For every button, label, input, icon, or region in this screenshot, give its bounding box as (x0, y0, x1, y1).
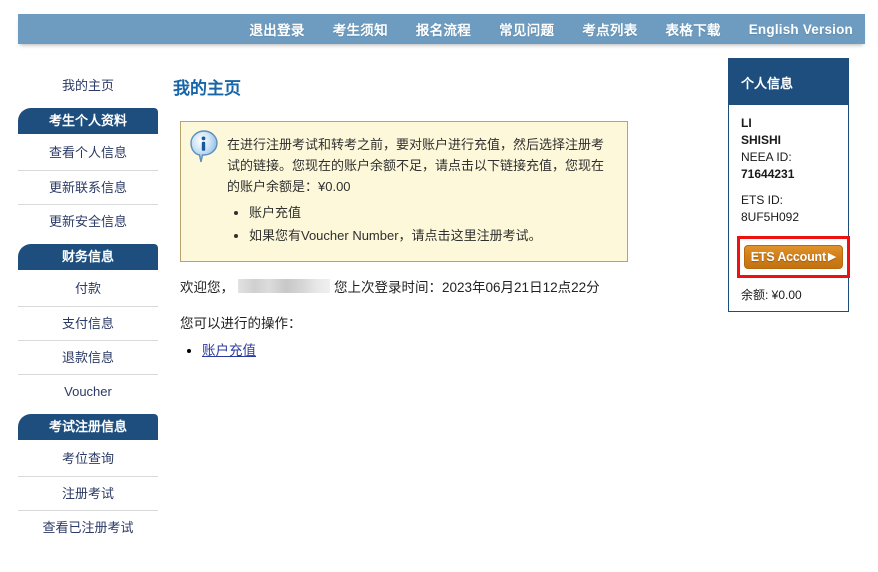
notice-voucher-suffix: 注册考试。 (476, 228, 542, 243)
welcome-prefix: 欢迎您， (180, 280, 234, 295)
sidebar-header-personal-data[interactable]: 考生个人资料 (18, 108, 158, 134)
sidebar-item-register-exam[interactable]: 注册考试 (18, 476, 158, 510)
sidebar-header-exam-registration[interactable]: 考试注册信息 (18, 414, 158, 440)
personal-info-panel-title: 个人信息 (729, 59, 848, 105)
sidebar-item-seat-query[interactable]: 考位查询 (18, 442, 158, 476)
sidebar-item-voucher[interactable]: Voucher (18, 374, 158, 408)
redacted-username (238, 279, 330, 293)
sidebar-item-update-security-info[interactable]: 更新安全信息 (18, 204, 158, 238)
last-login-value: 2023年06月21日12点22分 (442, 280, 600, 295)
actions-label: 您可以进行的操作： (180, 316, 302, 331)
notice-box: 在进行注册考试和转考之前，要对账户进行充值，然后选择注册考试的链接。您现在的账户… (180, 121, 628, 262)
sidebar-item-view-registered-exams[interactable]: 查看已注册考试 (18, 510, 158, 544)
sidebar: 我的主页 考生个人资料 查看个人信息 更新联系信息 更新安全信息 财务信息 付款… (18, 70, 158, 544)
top-navigation-bar: 退出登录 考生须知 报名流程 常见问题 考点列表 表格下载 English Ve… (18, 14, 865, 44)
nav-logout[interactable]: 退出登录 (250, 19, 305, 39)
ets-account-highlight-box: ETS Account ▶ (737, 236, 850, 278)
actions-list: 账户充值 (170, 340, 715, 362)
welcome-row: 欢迎您， 您上次登录时间： 2023年06月21日12点22分 (180, 276, 715, 296)
notice-voucher-prefix: 如果您有Voucher Number，请点击 (249, 228, 451, 243)
page-root: 退出登录 考生须知 报名流程 常见问题 考点列表 表格下载 English Ve… (0, 0, 878, 572)
sidebar-item-payment-info[interactable]: 支付信息 (18, 306, 158, 340)
last-login-label: 您上次登录时间： (334, 280, 442, 295)
page-title: 我的主页 (173, 79, 241, 98)
last-name: SHISHI (741, 133, 782, 147)
notice-bullet-recharge: 账户充值 (249, 201, 615, 224)
main-content: 我的主页 在进行注册考试和转考之前，要对账户进行充值，然后选择注册考试的链接。您… (170, 62, 715, 362)
arrow-right-icon: ▶ (827, 250, 837, 263)
ets-account-button-label: ETS Account (750, 250, 826, 264)
ets-id-label: ETS ID: (741, 193, 784, 207)
nav-english-version[interactable]: English Version (749, 22, 853, 37)
notice-link-here[interactable]: 这里 (451, 228, 477, 243)
sidebar-item-payment[interactable]: 付款 (18, 272, 158, 306)
neea-id-label: NEEA ID: (741, 150, 792, 164)
sidebar-header-financial-info[interactable]: 财务信息 (18, 244, 158, 270)
sidebar-item-home[interactable]: 我的主页 (18, 70, 158, 102)
sidebar-item-view-personal-info[interactable]: 查看个人信息 (18, 136, 158, 170)
action-link-account-recharge[interactable]: 账户充值 (202, 343, 256, 358)
neea-id-value: 71644231 (741, 167, 795, 181)
info-icon (189, 130, 219, 164)
nav-form-download[interactable]: 表格下载 (666, 19, 721, 39)
notice-paragraph: 在进行注册考试和转考之前，要对账户进行充值，然后选择注册考试的链接。您现在的账户… (227, 137, 605, 194)
nav-candidate-notice[interactable]: 考生须知 (333, 19, 388, 39)
sidebar-item-refund-info[interactable]: 退款信息 (18, 340, 158, 374)
notice-bullet-voucher: 如果您有Voucher Number，请点击这里注册考试。 (249, 224, 615, 247)
nav-registration-process[interactable]: 报名流程 (416, 19, 471, 39)
notice-bullet-list: 账户充值 如果您有Voucher Number，请点击这里注册考试。 (227, 201, 615, 247)
first-name: LI (741, 116, 752, 130)
account-balance: 余额: ¥0.00 (741, 288, 802, 302)
personal-info-panel-body: LI SHISHI NEEA ID: 71644231 ETS ID: 8UF5… (729, 105, 850, 311)
ets-id-value: 8UF5H092 (741, 210, 800, 224)
list-item: 账户充值 (202, 340, 715, 362)
ets-account-button[interactable]: ETS Account ▶ (744, 245, 843, 269)
sidebar-item-update-contact-info[interactable]: 更新联系信息 (18, 170, 158, 204)
nav-faq[interactable]: 常见问题 (499, 19, 554, 39)
personal-info-panel: 个人信息 LI SHISHI NEEA ID: 71644231 ETS ID:… (728, 58, 850, 312)
nav-test-center-list[interactable]: 考点列表 (582, 19, 637, 39)
notice-link-account-recharge[interactable]: 账户充值 (249, 205, 301, 220)
